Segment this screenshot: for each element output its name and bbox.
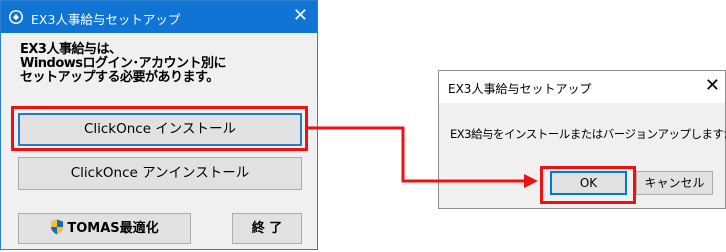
connector-arrow bbox=[308, 126, 538, 188]
screenshot-stage: EX3人事給与セットアップ ✕ EX3人事給与は、 Windowsログイン･アカ… bbox=[0, 0, 726, 252]
